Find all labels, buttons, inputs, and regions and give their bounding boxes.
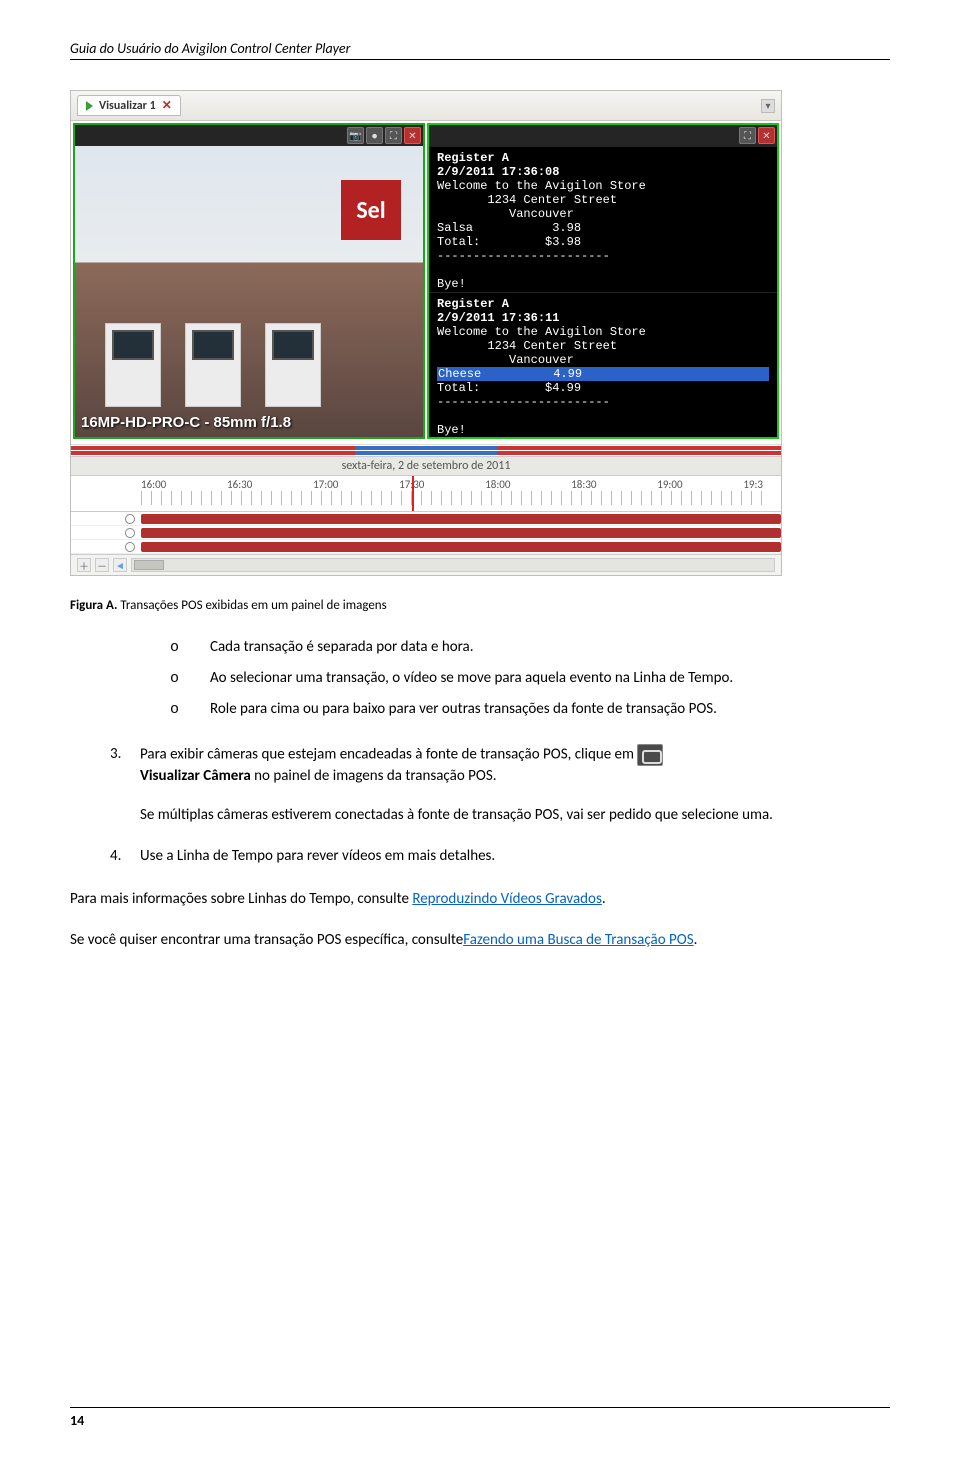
timeline-scrollbar[interactable] bbox=[131, 558, 775, 572]
reference-paragraph-2: Se você quiser encontrar uma transação P… bbox=[70, 930, 890, 951]
pos-panel[interactable]: ⛶ ✕ Register A 2/9/2011 17:36:08 Welcome… bbox=[427, 123, 779, 439]
timeline-tick-label: 19:3 bbox=[743, 478, 763, 491]
camera-panel-toolbar: 📷 ● ⛶ ✕ bbox=[75, 125, 423, 146]
fullscreen-icon[interactable]: ⛶ bbox=[385, 127, 402, 144]
tab-close-icon[interactable]: ✕ bbox=[162, 98, 172, 113]
pos-receipt-container: Register A 2/9/2011 17:36:08 Welcome to … bbox=[429, 146, 777, 437]
timeline-ruler[interactable]: 16:00 16:30 17:00 17:30 18:00 18:30 19:0… bbox=[71, 476, 781, 512]
zoom-out-icon[interactable]: － bbox=[95, 558, 109, 572]
step-text-post: no painel de imagens da transação POS. bbox=[251, 767, 497, 785]
timeline-tick-label: 18:30 bbox=[571, 478, 596, 491]
numbered-steps: 3. Para exibir câmeras que estejam encad… bbox=[70, 744, 890, 867]
timeline-area: sexta-feira, 2 de setembro de 2011 16:00… bbox=[71, 441, 781, 575]
view-camera-icon bbox=[637, 744, 663, 766]
close-icon[interactable]: ✕ bbox=[404, 127, 421, 144]
step-marker: 4. bbox=[110, 846, 121, 867]
figure-text: Transações POS exibidas em um painel de … bbox=[117, 598, 386, 613]
timeline-tick-label: 19:00 bbox=[657, 478, 682, 491]
page-number: 14 bbox=[70, 1412, 84, 1429]
step-text: Use a Linha de Tempo para rever vídeos e… bbox=[140, 847, 495, 865]
step-text-bold: Visualizar Câmera bbox=[140, 767, 251, 785]
sub-bullet-list: Cada transação é separada por data e hor… bbox=[70, 637, 890, 720]
camera-panel[interactable]: 📷 ● ⛶ ✕ Sel 16MP-HD-PRO-C - 85mm f/1.8 bbox=[73, 123, 425, 439]
timeline-tick-label: 17:00 bbox=[313, 478, 338, 491]
figure-caption: Figura A. Transações POS exibidas em um … bbox=[70, 598, 890, 613]
timeline-overview-strip[interactable] bbox=[71, 451, 781, 455]
track-icon bbox=[125, 514, 135, 524]
play-icon bbox=[86, 101, 93, 111]
view-tab-bar: Visualizar 1 ✕ ▾ bbox=[71, 91, 781, 121]
document-header: Guia do Usuário do Avigilon Control Cent… bbox=[70, 40, 890, 60]
track-icon bbox=[125, 528, 135, 538]
record-icon[interactable]: ● bbox=[366, 127, 383, 144]
timeline-tick-label: 16:30 bbox=[227, 478, 252, 491]
app-screenshot: Visualizar 1 ✕ ▾ 📷 ● ⛶ ✕ Sel bbox=[70, 90, 782, 576]
timeline-playhead[interactable] bbox=[412, 476, 414, 511]
tabbar-dropdown-icon[interactable]: ▾ bbox=[761, 99, 775, 113]
timeline-tick-label: 18:00 bbox=[485, 478, 510, 491]
timeline-date-label: sexta-feira, 2 de setembro de 2011 bbox=[71, 456, 781, 476]
timeline-track[interactable] bbox=[71, 512, 781, 526]
kiosk-graphic bbox=[185, 323, 241, 407]
pos-panel-toolbar: ⛶ ✕ bbox=[429, 125, 777, 146]
camera-caption: 16MP-HD-PRO-C - 85mm f/1.8 bbox=[81, 414, 291, 431]
timeline-overview-strip[interactable] bbox=[71, 446, 781, 450]
kiosk-graphic bbox=[265, 323, 321, 407]
store-sign: Sel bbox=[341, 180, 401, 240]
track-icon bbox=[125, 542, 135, 552]
timeline-tick-label: 16:00 bbox=[141, 478, 166, 491]
figure-label: Figura A. bbox=[70, 598, 117, 613]
zoom-in-icon[interactable]: ＋ bbox=[77, 558, 91, 572]
document-page: Guia do Usuário do Avigilon Control Cent… bbox=[0, 0, 960, 1459]
camera-icon[interactable]: 📷 bbox=[347, 127, 364, 144]
page-footer: 14 bbox=[70, 1407, 890, 1429]
list-item: Cada transação é separada por data e hor… bbox=[170, 637, 890, 658]
kiosk-graphic bbox=[105, 323, 161, 407]
step-text-pre: Para exibir câmeras que estejam encadead… bbox=[140, 746, 637, 764]
close-icon[interactable]: ✕ bbox=[758, 127, 775, 144]
timeline-tracks bbox=[71, 512, 781, 554]
list-item: Role para cima ou para baixo para ver ou… bbox=[170, 699, 890, 720]
timeline-track[interactable] bbox=[71, 540, 781, 554]
image-panels: 📷 ● ⛶ ✕ Sel 16MP-HD-PRO-C - 85mm f/1.8 ⛶ bbox=[71, 121, 781, 441]
view-tab[interactable]: Visualizar 1 ✕ bbox=[77, 95, 181, 116]
reference-paragraph-1: Para mais informações sobre Linhas do Te… bbox=[70, 889, 890, 910]
scroll-left-icon[interactable]: ◄ bbox=[113, 558, 127, 572]
step-marker: 3. bbox=[110, 744, 121, 765]
step-secondary-para: Se múltiplas câmeras estiverem conectada… bbox=[140, 805, 890, 826]
fullscreen-icon[interactable]: ⛶ bbox=[739, 127, 756, 144]
timeline-bottom-bar: ＋ － ◄ bbox=[71, 554, 781, 575]
link-reproduzindo-videos[interactable]: Reproduzindo Vídeos Gravados bbox=[412, 890, 602, 908]
step-4: 4. Use a Linha de Tempo para rever vídeo… bbox=[110, 846, 890, 867]
pos-receipt-1[interactable]: Register A 2/9/2011 17:36:08 Welcome to … bbox=[429, 146, 777, 292]
link-busca-transacao-pos[interactable]: Fazendo uma Busca de Transação POS bbox=[463, 931, 693, 949]
tab-label: Visualizar 1 bbox=[99, 99, 156, 113]
pos-receipt-2[interactable]: Register A 2/9/2011 17:36:11 Welcome to … bbox=[429, 292, 777, 438]
list-item: Ao selecionar uma transação, o vídeo se … bbox=[170, 668, 890, 689]
camera-video-image: Sel 16MP-HD-PRO-C - 85mm f/1.8 bbox=[75, 146, 423, 437]
step-3: 3. Para exibir câmeras que estejam encad… bbox=[110, 744, 890, 826]
timeline-track[interactable] bbox=[71, 526, 781, 540]
